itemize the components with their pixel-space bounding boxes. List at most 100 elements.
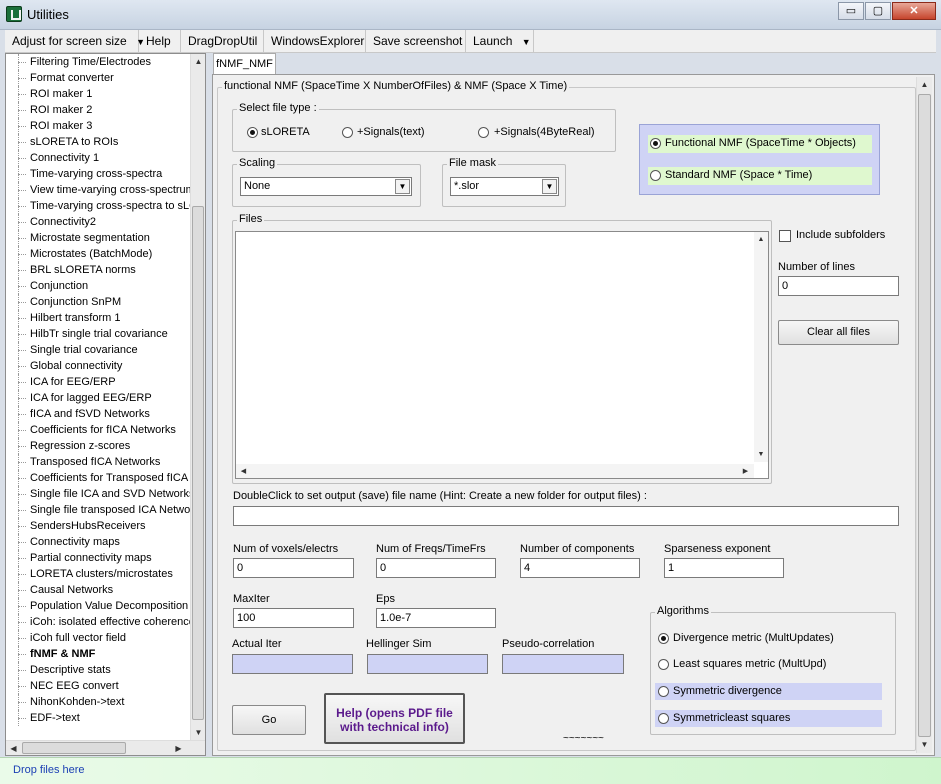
- sidebar-item[interactable]: EDF->text: [14, 710, 190, 726]
- sidebar-item[interactable]: Single file transposed ICA Networks: [14, 502, 190, 518]
- sidebar-item[interactable]: LORETA clusters/microstates: [14, 566, 190, 582]
- tab-fnmf-nmf[interactable]: fNMF_NMF: [213, 53, 276, 75]
- filetype-signals-text-radio[interactable]: [342, 127, 353, 138]
- sidebar-item[interactable]: Microstates (BatchMode): [14, 246, 190, 262]
- scroll-left-icon[interactable]: ◀: [6, 741, 21, 756]
- num-components-field[interactable]: 4: [520, 558, 640, 578]
- num-voxels-field[interactable]: 0: [233, 558, 354, 578]
- files-vertical-scrollbar[interactable]: ▲ ▼: [754, 232, 768, 462]
- algo-divergence-radio[interactable]: [658, 633, 669, 644]
- sidebar-item[interactable]: Filtering Time/Electrodes: [14, 54, 190, 70]
- sidebar-item[interactable]: SendersHubsReceivers: [14, 518, 190, 534]
- scroll-down-icon[interactable]: ▼: [754, 447, 768, 462]
- sidebar-item[interactable]: ROI maker 1: [14, 86, 190, 102]
- sidebar-item[interactable]: Microstate segmentation: [14, 230, 190, 246]
- menu-dragdroputil[interactable]: DragDropUtil: [181, 30, 264, 52]
- close-button[interactable]: ✕: [892, 2, 936, 20]
- scroll-thumb[interactable]: [22, 742, 126, 754]
- scroll-thumb[interactable]: [192, 206, 204, 720]
- files-horizontal-scrollbar[interactable]: ◀ ▶: [236, 464, 754, 478]
- menu-adjust-screen[interactable]: Adjust for screen size ▼: [5, 30, 145, 52]
- sidebar-item[interactable]: Regression z-scores: [14, 438, 190, 454]
- filetype-sloreta-radio[interactable]: [247, 127, 258, 138]
- sidebar-item[interactable]: Connectivity maps: [14, 534, 190, 550]
- sidebar-item[interactable]: BRL sLORETA norms: [14, 262, 190, 278]
- menu-save-screenshot[interactable]: Save screenshot: [366, 30, 466, 52]
- algo-symmetric-divergence-option[interactable]: Symmetric divergence: [655, 683, 882, 700]
- main-vertical-scrollbar[interactable]: ▲ ▼: [916, 77, 932, 753]
- tree-horizontal-scrollbar[interactable]: ◀ ▶: [6, 740, 205, 755]
- sidebar-item[interactable]: NEC EEG convert: [14, 678, 190, 694]
- algo-symmetric-divergence-radio[interactable]: [658, 686, 669, 697]
- scroll-up-icon[interactable]: ▲: [917, 77, 932, 92]
- sidebar-item[interactable]: ROI maker 2: [14, 102, 190, 118]
- sidebar-item[interactable]: Population Value Decomposition: [14, 598, 190, 614]
- go-button[interactable]: Go: [232, 705, 306, 735]
- sparseness-field[interactable]: 1: [664, 558, 784, 578]
- tree-vertical-scrollbar[interactable]: ▲ ▼: [190, 54, 205, 740]
- include-subfolders-checkbox[interactable]: [779, 230, 791, 242]
- clear-all-files-button[interactable]: Clear all files: [778, 320, 899, 345]
- sidebar-item[interactable]: Coefficients for fICA Networks: [14, 422, 190, 438]
- functional-nmf-option[interactable]: Functional NMF (SpaceTime * Objects): [648, 135, 872, 153]
- algo-symmetric-least-squares-option[interactable]: Symmetricleast squares: [655, 710, 882, 727]
- sidebar-item[interactable]: Causal Networks: [14, 582, 190, 598]
- sidebar-item[interactable]: Time-varying cross-spectra: [14, 166, 190, 182]
- sidebar-item[interactable]: ICA for lagged EEG/ERP: [14, 390, 190, 406]
- scroll-thumb[interactable]: [918, 94, 931, 737]
- help-pdf-button[interactable]: Help (opens PDF file with technical info…: [324, 693, 465, 744]
- sidebar-item[interactable]: sLORETA to ROIs: [14, 134, 190, 150]
- sidebar-item[interactable]: Global connectivity: [14, 358, 190, 374]
- sidebar-item[interactable]: View time-varying cross-spectrum: [14, 182, 190, 198]
- scroll-right-icon[interactable]: ▶: [738, 464, 753, 478]
- sidebar-item[interactable]: Partial connectivity maps: [14, 550, 190, 566]
- scroll-right-icon[interactable]: ▶: [171, 741, 186, 756]
- sidebar-item[interactable]: ROI maker 3: [14, 118, 190, 134]
- drop-zone[interactable]: Drop files here: [0, 757, 941, 784]
- sidebar-item[interactable]: iCoh: isolated effective coherence: [14, 614, 190, 630]
- sidebar-item[interactable]: Single trial covariance: [14, 342, 190, 358]
- maximize-button[interactable]: ▢: [865, 2, 891, 20]
- filetype-signals-4byte-radio[interactable]: [478, 127, 489, 138]
- num-freqs-field[interactable]: 0: [376, 558, 496, 578]
- sidebar-item[interactable]: HilbTr single trial covariance: [14, 326, 190, 342]
- menu-launch[interactable]: Launch ▼: [466, 30, 534, 52]
- scaling-select[interactable]: None ▼: [240, 177, 412, 196]
- sidebar-item[interactable]: Coefficients for Transposed fICA: [14, 470, 190, 486]
- sidebar-item[interactable]: Connectivity 1: [14, 150, 190, 166]
- scroll-left-icon[interactable]: ◀: [236, 464, 251, 478]
- sidebar-item[interactable]: NihonKohden->text: [14, 694, 190, 710]
- scroll-down-icon[interactable]: ▼: [917, 737, 932, 752]
- eps-field[interactable]: 1.0e-7: [376, 608, 496, 628]
- number-of-lines-field[interactable]: 0: [778, 276, 899, 296]
- functional-nmf-radio[interactable]: [650, 138, 661, 149]
- sidebar-item[interactable]: Time-varying cross-spectra to sLORETA: [14, 198, 190, 214]
- standard-nmf-radio[interactable]: [650, 170, 661, 181]
- scroll-down-icon[interactable]: ▼: [191, 725, 206, 740]
- sidebar-item[interactable]: ICA for EEG/ERP: [14, 374, 190, 390]
- menu-help[interactable]: Help: [139, 30, 181, 52]
- sidebar-item[interactable]: Hilbert transform 1: [14, 310, 190, 326]
- sidebar-item[interactable]: fNMF & NMF: [14, 646, 190, 662]
- sidebar-item[interactable]: Single file ICA and SVD Networks: [14, 486, 190, 502]
- sidebar-item[interactable]: Conjunction: [14, 278, 190, 294]
- sidebar-item[interactable]: Transposed fICA Networks: [14, 454, 190, 470]
- sidebar-item[interactable]: Conjunction SnPM: [14, 294, 190, 310]
- sidebar-item[interactable]: Format converter: [14, 70, 190, 86]
- output-file-field[interactable]: [233, 506, 899, 526]
- algo-least-squares-radio[interactable]: [658, 659, 669, 670]
- utilities-tree[interactable]: Filtering Time/Electrodes Format converte…: [14, 54, 190, 740]
- maxiter-field[interactable]: 100: [233, 608, 354, 628]
- scroll-up-icon[interactable]: ▲: [191, 54, 206, 69]
- sidebar-item[interactable]: iCoh full vector field: [14, 630, 190, 646]
- file-mask-select[interactable]: *.slor ▼: [450, 177, 559, 196]
- files-list[interactable]: ▲ ▼ ◀ ▶: [235, 231, 769, 479]
- menu-windowsexplorer[interactable]: WindowsExplorer: [264, 30, 366, 52]
- minimize-button[interactable]: ▭: [838, 2, 864, 20]
- standard-nmf-option[interactable]: Standard NMF (Space * Time): [648, 167, 872, 185]
- algo-symmetric-least-squares-radio[interactable]: [658, 713, 669, 724]
- sidebar-item[interactable]: Connectivity2: [14, 214, 190, 230]
- sidebar-item[interactable]: Descriptive stats: [14, 662, 190, 678]
- sidebar-item[interactable]: fICA and fSVD Networks: [14, 406, 190, 422]
- scroll-up-icon[interactable]: ▲: [754, 232, 768, 247]
